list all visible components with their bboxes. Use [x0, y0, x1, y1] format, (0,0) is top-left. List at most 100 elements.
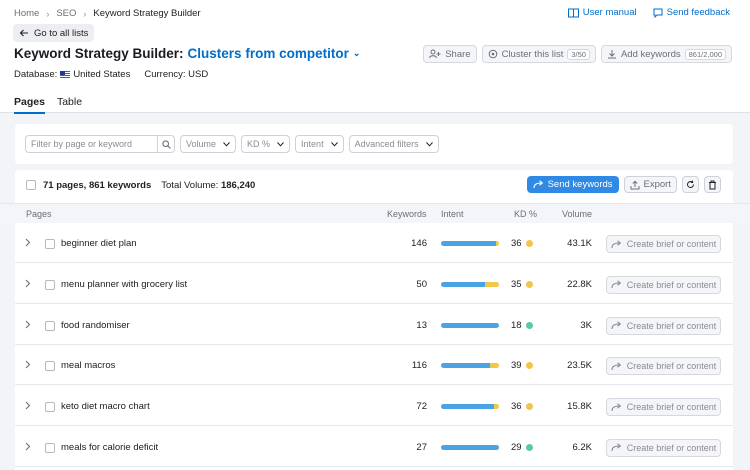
total-volume-label: Total Volume:	[161, 179, 219, 191]
volume-value: 23.5K	[567, 360, 592, 372]
share-button[interactable]: Share	[423, 45, 477, 63]
add-keywords-button[interactable]: Add keywords 861/2,000	[600, 45, 732, 63]
list-selector[interactable]: Clusters from competitor	[188, 46, 349, 61]
volume-filter[interactable]: Volume	[180, 135, 237, 153]
create-brief-label: Create brief or content	[626, 320, 717, 331]
search-input[interactable]: Filter by page or keyword	[25, 135, 157, 153]
row-checkbox[interactable]	[45, 320, 55, 331]
page-name[interactable]: beginner diet plan	[61, 238, 137, 249]
keyword-count: 146	[411, 238, 427, 249]
kd-filter[interactable]: KD %	[241, 135, 291, 153]
kd-dot	[525, 240, 533, 247]
go-to-all-lists-button[interactable]: Go to all lists	[13, 24, 95, 42]
tab-table[interactable]: Table	[57, 96, 82, 114]
create-brief-button[interactable]: Create brief or content	[606, 438, 721, 457]
table-row[interactable]: keto diet macro chart 72 36 15.8K Create…	[15, 389, 733, 427]
breadcrumb-home[interactable]: Home	[14, 8, 39, 19]
col-volume[interactable]: Volume	[562, 209, 592, 219]
intent-filter[interactable]: Intent	[295, 135, 344, 153]
header-actions: Share Cluster this list 3/50 Add keyword…	[423, 45, 732, 63]
create-brief-label: Create brief or content	[626, 239, 717, 249]
delete-button[interactable]	[704, 176, 721, 193]
col-keywords[interactable]: Keywords	[387, 209, 427, 219]
view-tabs: Pages Table	[14, 96, 82, 114]
advanced-filters[interactable]: Advanced filters	[348, 135, 439, 153]
arrow-left-icon	[19, 29, 28, 37]
chevron-right-icon[interactable]	[25, 442, 31, 451]
col-kd[interactable]: KD %	[514, 209, 537, 219]
page-name[interactable]: meal macros	[61, 360, 115, 371]
row-checkbox[interactable]	[45, 361, 55, 372]
breadcrumb-seo[interactable]: SEO	[56, 8, 76, 19]
header-area: Home › SEO › Keyword Strategy Builder Us…	[0, 0, 750, 114]
kd-value: 18	[511, 320, 533, 331]
row-checkbox[interactable]	[45, 239, 55, 249]
summary-row: 71 pages, 861 keywords Total Volume: 186…	[15, 170, 733, 200]
keyword-count: 13	[416, 319, 427, 331]
table-row[interactable]: food randomiser 13 18 3K Create brief or…	[15, 307, 733, 345]
page-name[interactable]: food randomiser	[61, 320, 130, 331]
col-pages[interactable]: Pages	[26, 209, 52, 219]
create-brief-button[interactable]: Create brief or content	[606, 316, 721, 335]
search-button[interactable]	[157, 135, 175, 153]
cluster-list-button[interactable]: Cluster this list 3/50	[481, 45, 596, 63]
intent-informational-segment	[441, 444, 499, 450]
chevron-right-icon[interactable]	[25, 320, 31, 329]
create-brief-button[interactable]: Create brief or content	[606, 275, 721, 294]
table-row[interactable]: beginner diet plan 146 36 43.1K Create b…	[15, 226, 733, 263]
table-row[interactable]: meals for calorie deficit 27 29 6.2K Cre…	[15, 429, 733, 467]
table-row[interactable]: menu planner with grocery list 50 35 22.…	[15, 266, 733, 304]
kd-value: 35	[511, 279, 533, 290]
page-title: Keyword Strategy Builder: Clusters from …	[14, 46, 360, 61]
chevron-down-icon[interactable]: ⌄	[353, 48, 361, 59]
page-name[interactable]: keto diet macro chart	[61, 401, 150, 412]
select-all-checkbox[interactable]	[26, 180, 36, 190]
kd-value: 36	[511, 238, 533, 249]
chevron-right-icon[interactable]	[25, 360, 31, 369]
cluster-label: Cluster this list	[501, 48, 564, 60]
tab-pages[interactable]: Pages	[14, 96, 45, 114]
row-checkbox[interactable]	[45, 442, 55, 453]
export-button[interactable]: Export	[623, 176, 677, 193]
kd-dot	[525, 403, 533, 411]
search-box: Filter by page or keyword	[25, 135, 175, 153]
chevron-right-icon[interactable]	[25, 401, 31, 410]
table-row[interactable]: meal macros 116 39 23.5K Create brief or…	[15, 348, 733, 386]
forward-arrow-icon	[533, 180, 543, 189]
create-brief-label: Create brief or content	[626, 361, 717, 372]
col-intent[interactable]: Intent	[441, 209, 464, 219]
intent-filter-label: Intent	[301, 139, 324, 149]
user-manual-link[interactable]: User manual	[567, 7, 637, 18]
page-name[interactable]: meals for calorie deficit	[61, 442, 158, 453]
row-checkbox[interactable]	[45, 402, 55, 413]
chevron-right-icon[interactable]	[25, 279, 31, 288]
refresh-icon	[687, 180, 695, 188]
cluster-icon	[488, 49, 497, 59]
page-name[interactable]: menu planner with grocery list	[61, 279, 187, 290]
database-country: United States	[73, 69, 131, 80]
create-brief-button[interactable]: Create brief or content	[606, 398, 721, 417]
forward-arrow-icon	[611, 321, 621, 330]
keyword-count: 50	[416, 278, 427, 290]
book-icon	[567, 8, 579, 17]
intent-commercial-segment	[490, 363, 499, 369]
kd-number: 36	[511, 238, 522, 249]
keyword-count: 116	[411, 360, 427, 372]
send-feedback-link[interactable]: Send feedback	[653, 7, 730, 18]
search-icon	[161, 139, 171, 149]
refresh-button[interactable]	[682, 176, 699, 193]
chevron-right-icon[interactable]	[25, 238, 31, 247]
kd-number: 18	[511, 319, 522, 331]
export-icon	[630, 180, 640, 189]
download-icon	[607, 50, 616, 59]
intent-bar	[441, 281, 499, 287]
send-keywords-button[interactable]: Send keywords	[526, 176, 619, 193]
intent-commercial-segment	[484, 281, 499, 287]
chevron-down-icon	[277, 141, 284, 147]
kd-dot	[525, 280, 533, 288]
create-brief-button[interactable]: Create brief or content	[606, 235, 721, 253]
add-keywords-label: Add keywords	[620, 48, 681, 60]
row-checkbox[interactable]	[45, 279, 55, 290]
chevron-down-icon	[330, 141, 338, 147]
create-brief-button[interactable]: Create brief or content	[606, 357, 721, 376]
